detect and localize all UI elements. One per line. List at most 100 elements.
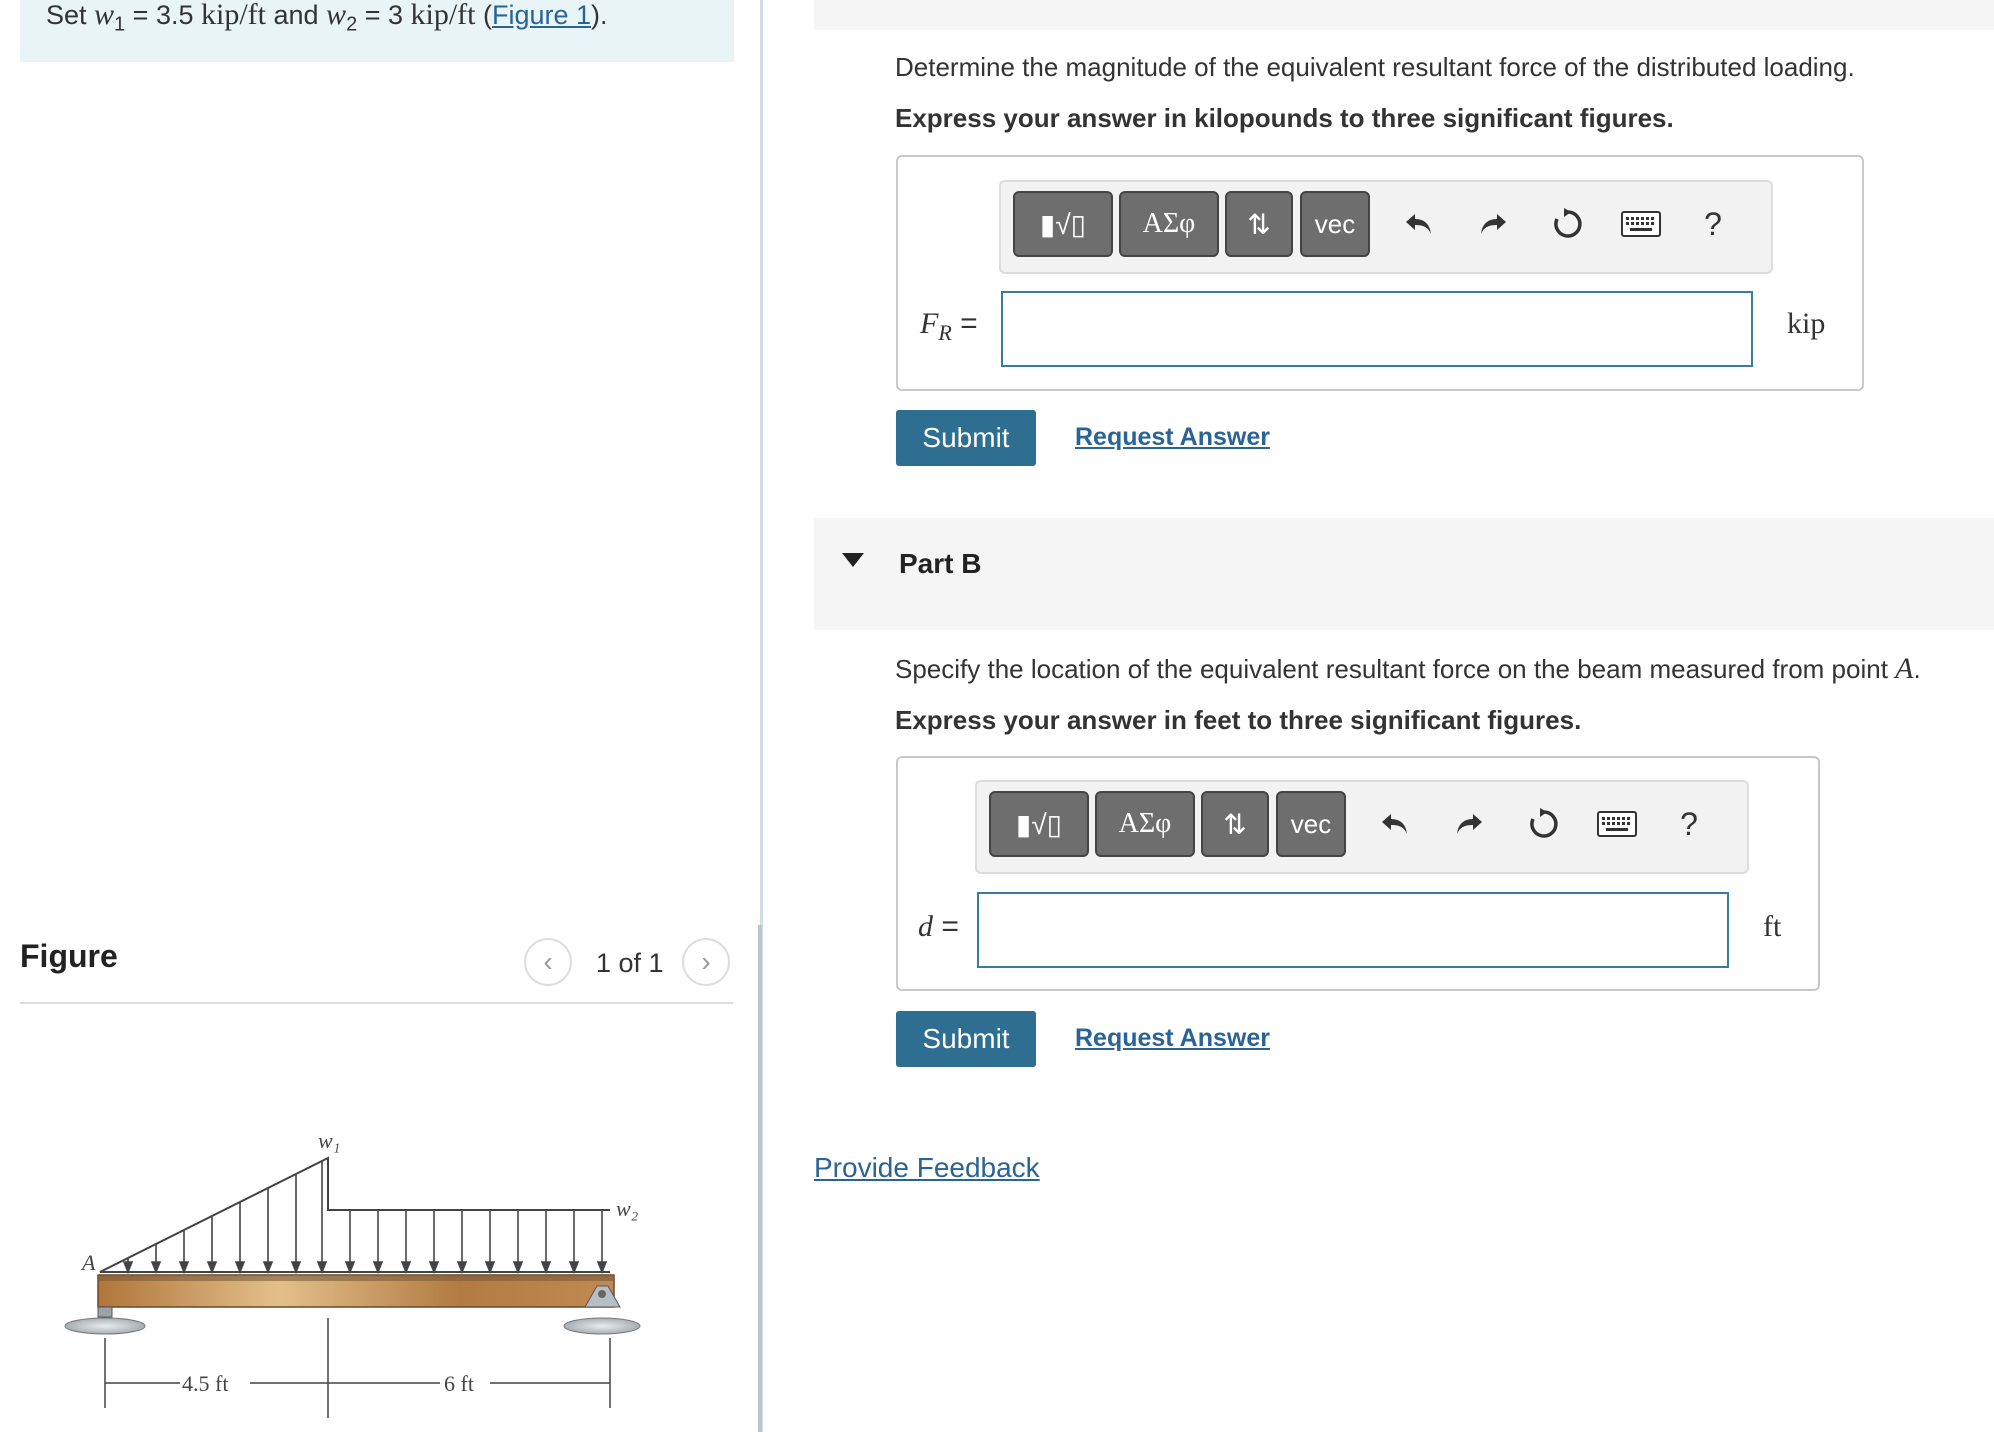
- w2-label: w₂: [616, 1196, 639, 1221]
- problem-close: ).: [591, 0, 608, 30]
- load-arrowhead: [456, 1261, 468, 1275]
- w2-symbol: w: [326, 0, 347, 31]
- reset-icon: [1530, 808, 1558, 838]
- part-b-answer-input[interactable]: [977, 892, 1729, 968]
- beam-figure: w₁ w₂ A 4.5 ft 6 ft: [64, 1128, 641, 1418]
- part-b-instruction: Express your answer in feet to three sig…: [895, 705, 1582, 735]
- templates-icon: ▮√▯: [1039, 208, 1087, 240]
- w1-symbol: w: [94, 0, 115, 31]
- part-b-answer-box: ▮√▯ ΑΣφ ⇅ vec ? d = ft: [896, 756, 1820, 991]
- prev-figure-button[interactable]: ‹: [524, 938, 572, 986]
- load-arrowhead: [344, 1261, 356, 1275]
- caret-down-icon[interactable]: [842, 553, 864, 567]
- help-button[interactable]: ?: [1691, 202, 1735, 246]
- next-figure-button[interactable]: ›: [682, 938, 730, 986]
- load-arrowhead: [206, 1261, 218, 1275]
- w1-label: w₁: [318, 1128, 340, 1153]
- left-panel: Set w1 = 3.5 kip/ft and w2 = 3 kip/ft (F…: [0, 0, 755, 1432]
- greek-letters-button[interactable]: ΑΣφ: [1095, 791, 1195, 857]
- part-b-math-toolbar: ▮√▯ ΑΣφ ⇅ vec ?: [975, 780, 1749, 874]
- undo-button[interactable]: [1397, 202, 1441, 246]
- reset-button[interactable]: [1522, 802, 1566, 846]
- part-b-unit: ft: [1763, 910, 1782, 943]
- dimension-6-ft: 6 ft: [444, 1371, 474, 1396]
- chevron-left-icon: ‹: [543, 946, 553, 977]
- undo-icon: [1406, 214, 1431, 234]
- part-b-title: Part B: [899, 548, 982, 579]
- load-arrowhead: [290, 1261, 302, 1275]
- chevron-right-icon: ›: [701, 946, 711, 977]
- help-icon: ?: [1704, 205, 1722, 242]
- w1-value: = 3.5: [125, 0, 201, 30]
- sort-arrows-icon: ⇅: [1223, 808, 1247, 840]
- redo-icon: [1457, 814, 1482, 834]
- vec-button[interactable]: vec: [1300, 191, 1370, 257]
- load-arrowhead: [372, 1261, 384, 1275]
- problem-prefix: Set: [46, 0, 95, 30]
- part-b-header[interactable]: [814, 518, 1994, 630]
- problem-statement-box: Set w1 = 3.5 kip/ft and w2 = 3 kip/ft (F…: [20, 0, 734, 62]
- load-arrowhead: [150, 1261, 162, 1275]
- greek-letters-icon: ΑΣφ: [1142, 208, 1196, 239]
- keyboard-icon: [1597, 811, 1637, 837]
- figure-title: Figure: [20, 938, 118, 974]
- part-b-request-answer-link[interactable]: Request Answer: [1075, 1024, 1270, 1053]
- load-arrowhead: [262, 1261, 274, 1275]
- part-a-label: FR =: [920, 307, 978, 346]
- d-equals: =: [933, 910, 959, 943]
- vec-button[interactable]: vec: [1276, 791, 1346, 857]
- load-arrowhead: [316, 1261, 328, 1275]
- point-a-label: A: [80, 1250, 96, 1275]
- sort-arrows-button[interactable]: ⇅: [1201, 791, 1269, 857]
- column-scrollbar[interactable]: [758, 925, 762, 1432]
- w2-unit: kip/ft: [410, 0, 476, 31]
- redo-button[interactable]: [1447, 802, 1491, 846]
- figure-1-link[interactable]: Figure 1: [492, 0, 591, 30]
- w1-subscript: 1: [114, 13, 126, 36]
- greek-letters-icon: ΑΣφ: [1118, 808, 1172, 839]
- part-b-label: d =: [918, 910, 959, 944]
- part-b-submit-button[interactable]: Submit: [896, 1011, 1036, 1067]
- part-a-unit: kip: [1787, 307, 1826, 340]
- templates-button[interactable]: ▮√▯: [989, 791, 1089, 857]
- load-arrowhead: [428, 1261, 440, 1275]
- provide-feedback-link[interactable]: Provide Feedback: [814, 1152, 1040, 1184]
- dimension-4-5-ft: 4.5 ft: [182, 1371, 228, 1396]
- templates-icon: ▮√▯: [1015, 808, 1063, 840]
- part-b-question-suffix: .: [1913, 654, 1921, 684]
- fr-subscript: R: [938, 320, 952, 345]
- part-a-question: Determine the magnitude of the equivalen…: [895, 52, 1855, 82]
- figure-divider: [20, 1002, 733, 1004]
- d-symbol: d: [918, 910, 933, 943]
- part-a-request-answer-link[interactable]: Request Answer: [1075, 423, 1270, 452]
- keyboard-icon: [1621, 211, 1661, 237]
- problem-statement: Set w1 = 3.5 kip/ft and w2 = 3 kip/ft (F…: [46, 0, 608, 36]
- w1-unit: kip/ft: [200, 0, 266, 31]
- vec-icon: vec: [1290, 808, 1332, 839]
- load-arrows: [122, 1161, 608, 1275]
- w2-value: = 3: [357, 0, 411, 30]
- keyboard-button[interactable]: [1595, 802, 1639, 846]
- keyboard-button[interactable]: [1619, 202, 1663, 246]
- help-button[interactable]: ?: [1667, 802, 1711, 846]
- w2-subscript: 2: [346, 13, 358, 36]
- part-b-question: Specify the location of the equivalent r…: [895, 652, 1921, 686]
- load-arrowhead: [122, 1261, 134, 1275]
- sort-arrows-button[interactable]: ⇅: [1225, 191, 1293, 257]
- fr-symbol: F: [920, 307, 939, 340]
- point-a-symbol: A: [1895, 652, 1914, 685]
- reset-button[interactable]: [1546, 202, 1590, 246]
- pager-count: 1 of 1: [596, 948, 664, 978]
- distributed-load: [99, 1156, 610, 1273]
- templates-button[interactable]: ▮√▯: [1013, 191, 1113, 257]
- redo-button[interactable]: [1471, 202, 1515, 246]
- load-arrowhead: [596, 1261, 608, 1275]
- load-arrowhead: [484, 1261, 496, 1275]
- part-a-submit-button[interactable]: Submit: [896, 410, 1036, 466]
- undo-icon: [1382, 814, 1407, 834]
- load-arrowhead: [512, 1261, 524, 1275]
- part-a-answer-input[interactable]: [1001, 291, 1753, 367]
- greek-letters-button[interactable]: ΑΣφ: [1119, 191, 1219, 257]
- undo-button[interactable]: [1373, 802, 1417, 846]
- vec-icon: vec: [1314, 208, 1356, 239]
